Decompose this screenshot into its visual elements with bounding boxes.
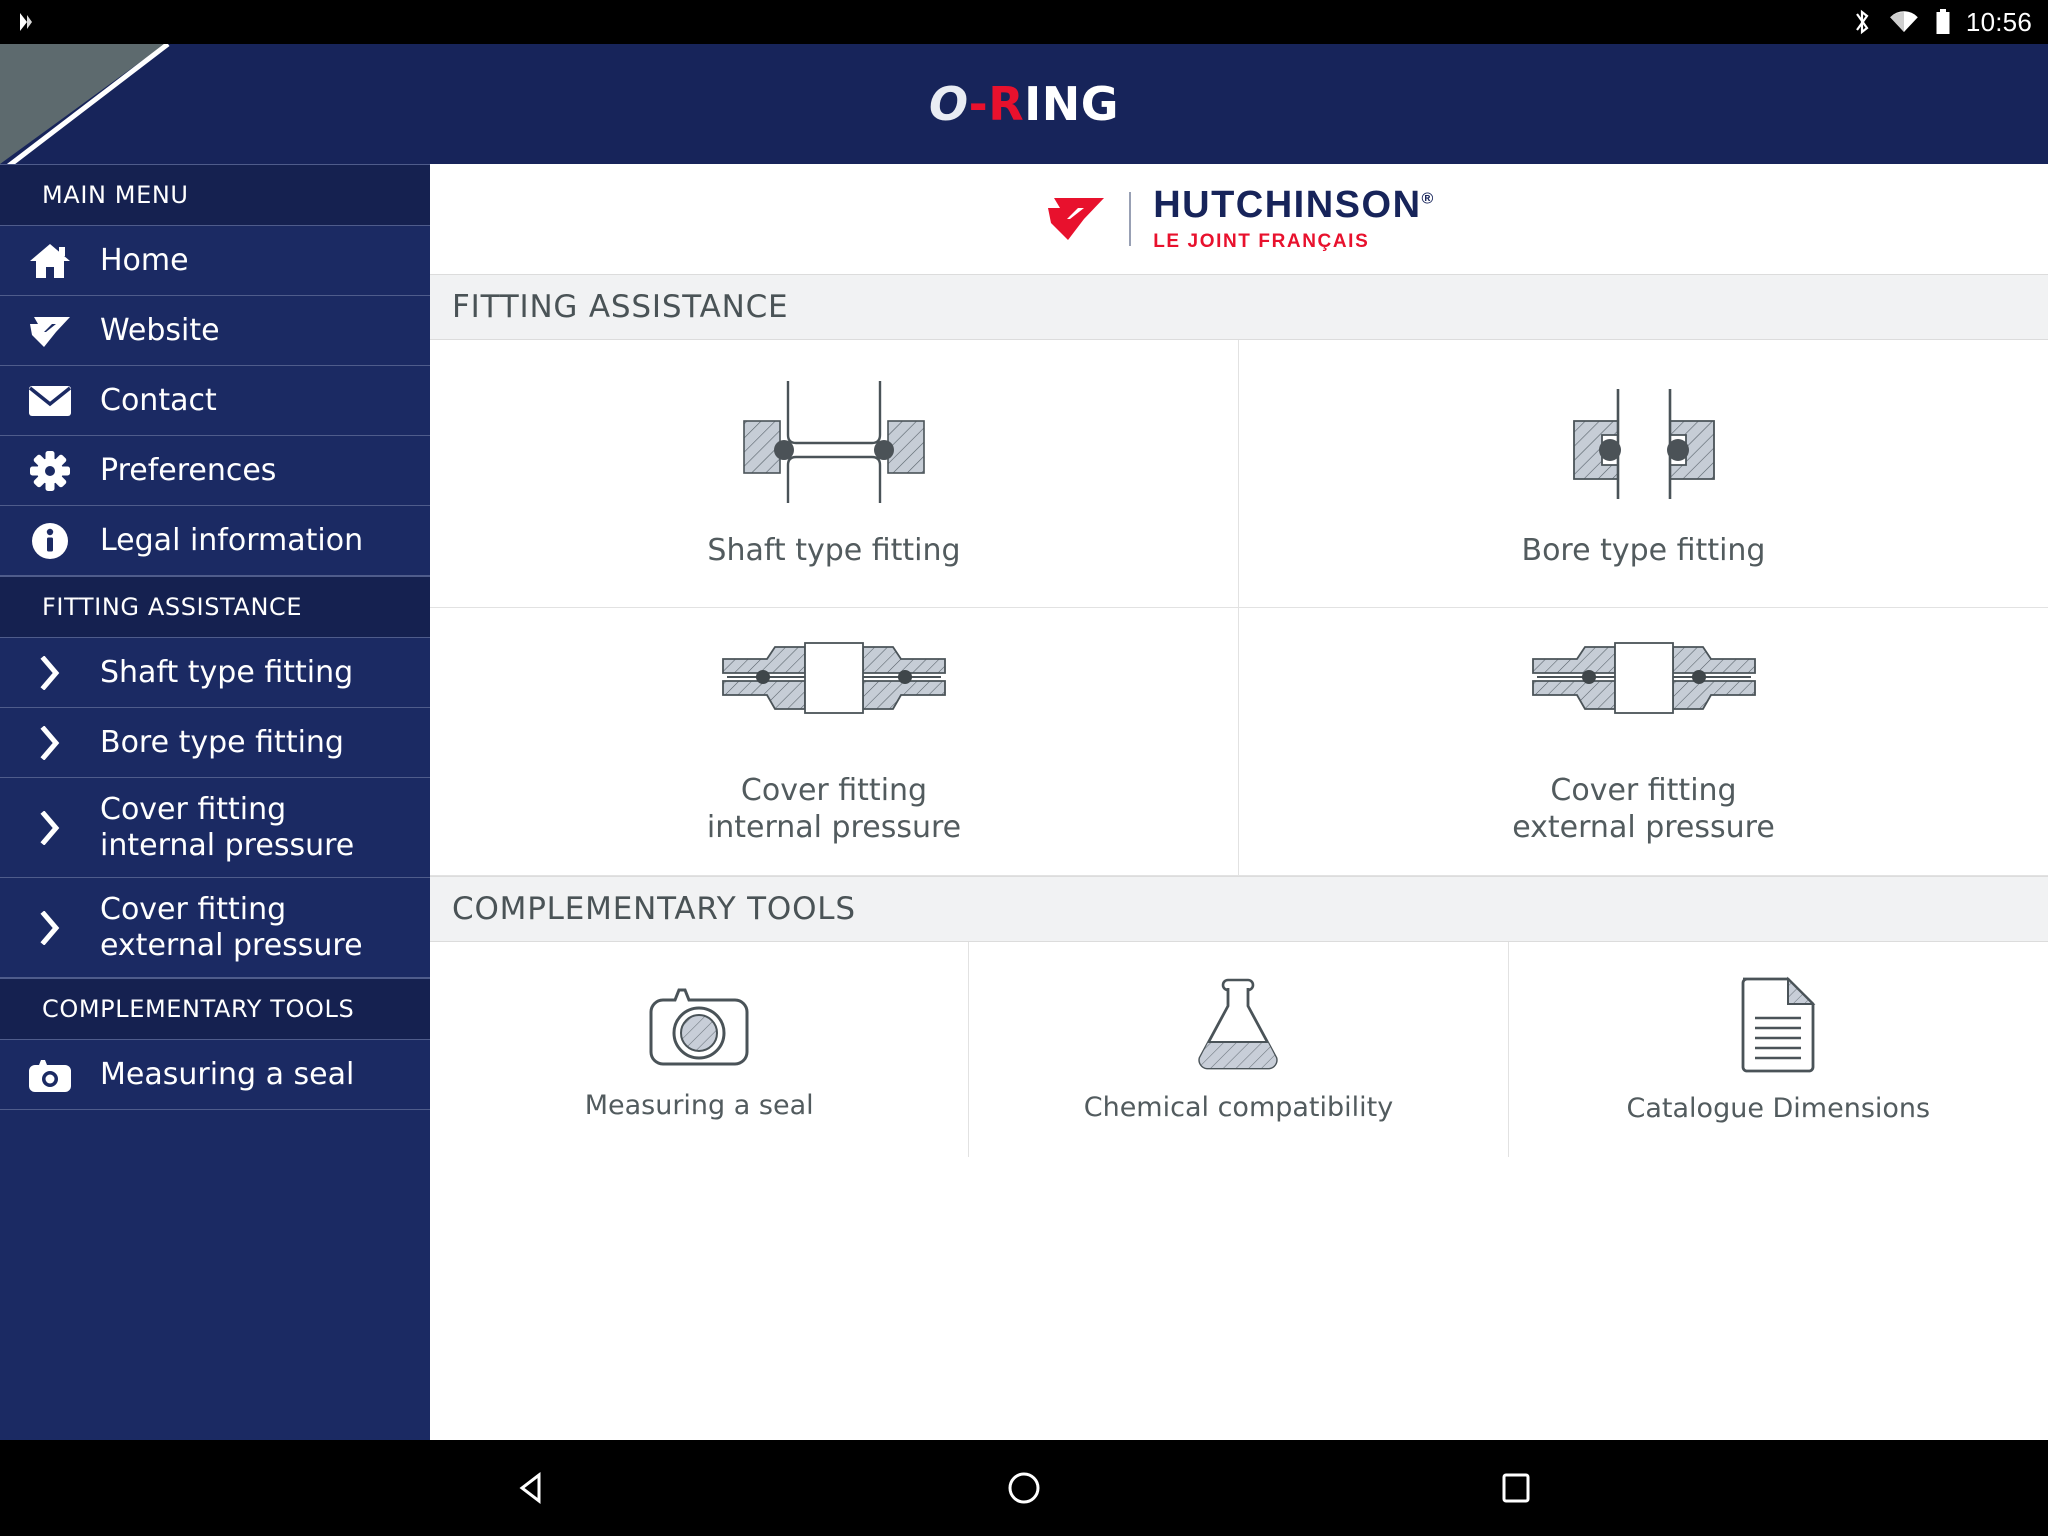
tile-cover-fitting-internal-pressure-label: Cover fitting internal pressure — [706, 772, 962, 845]
app-title-dash-r: -R — [968, 77, 1025, 131]
app-screen: 10:56 O -R ING MAIN MENU Home Website Co… — [0, 0, 2048, 1536]
sidebar-item-shaft-type-fitting[interactable]: Shaft type fitting — [0, 638, 430, 708]
nav-recents-button[interactable] — [1393, 1467, 1639, 1509]
hutchinson-brand-name: HUTCHINSON® — [1153, 183, 1435, 226]
sidebar-item-cover-fitting-internal-pressure[interactable]: Cover fitting internal pressure — [0, 778, 430, 878]
sidebar-item-shaft-type-fitting-label: Shaft type fitting — [100, 654, 354, 690]
hutchinson-g-mark-icon — [1043, 190, 1109, 248]
sidebar-item-website-label: Website — [100, 312, 220, 348]
app-header-bar: O -R ING — [0, 44, 2048, 164]
hutchinson-logo: HUTCHINSON® LE JOINT FRANÇAIS — [1043, 186, 1435, 253]
gear-icon — [0, 450, 100, 492]
camera-icon — [0, 1056, 100, 1094]
hutchinson-logo-text: HUTCHINSON® LE JOINT FRANÇAIS — [1153, 186, 1435, 253]
sidebar-item-legal-information[interactable]: Legal information — [0, 506, 430, 576]
sidebar-item-cover-fitting-external-pressure[interactable]: Cover fitting external pressure — [0, 878, 430, 978]
logo-divider — [1129, 192, 1132, 246]
sidebar-section-fitting-assistance: FITTING ASSISTANCE — [0, 576, 430, 638]
app-title-o: O — [929, 77, 969, 131]
label-line-2: internal pressure — [100, 827, 355, 863]
sidebar-item-contact-label: Contact — [100, 382, 217, 418]
hutchinson-tagline: LE JOINT FRANÇAIS — [1153, 230, 1370, 252]
home-circle-icon — [1008, 1472, 1040, 1504]
document-icon — [1741, 976, 1816, 1073]
navigation-drawer[interactable]: MAIN MENU Home Website Contact Preferenc… — [0, 164, 430, 1440]
tile-catalogue-dimensions-label: Catalogue Dimensions — [1626, 1093, 1931, 1125]
label-line-2: external pressure — [100, 927, 363, 963]
section-heading-fitting-assistance: FITTING ASSISTANCE — [430, 274, 2048, 340]
status-bar-clock: 10:56 — [1965, 6, 2032, 37]
tile-catalogue-dimensions[interactable]: Catalogue Dimensions — [1508, 942, 2048, 1157]
bore-type-fitting-diagram — [1572, 389, 1715, 500]
shaft-type-fitting-diagram — [743, 381, 925, 504]
tile-cover-fitting-external-pressure-label: Cover fitting external pressure — [1512, 772, 1775, 845]
tile-chemical-compatibility-label: Chemical compatibility — [1083, 1092, 1394, 1124]
tile-cover-fitting-external-pressure[interactable]: Cover fitting external pressure — [1239, 608, 2048, 876]
sidebar-item-contact[interactable]: Contact — [0, 366, 430, 436]
sidebar-item-measuring-a-seal-label: Measuring a seal — [100, 1056, 355, 1092]
hutchinson-g-icon — [0, 311, 100, 351]
back-triangle-icon — [519, 1471, 541, 1505]
nav-back-button[interactable] — [409, 1467, 655, 1509]
info-icon — [0, 521, 100, 561]
chevron-right-icon — [0, 655, 100, 690]
envelope-icon — [0, 383, 100, 419]
sidebar-item-preferences[interactable]: Preferences — [0, 436, 430, 506]
app-notification-icon — [20, 13, 32, 31]
bluetooth-icon — [1856, 9, 1869, 35]
sidebar-section-complementary-tools: COMPLEMENTARY TOOLS — [0, 978, 430, 1040]
chevron-right-icon — [0, 810, 100, 845]
cover-fitting-internal-pressure-diagram — [722, 642, 946, 714]
sidebar-item-bore-type-fitting[interactable]: Bore type fitting — [0, 708, 430, 778]
sidebar-item-website[interactable]: Website — [0, 296, 430, 366]
tile-cover-fitting-internal-pressure[interactable]: Cover fitting internal pressure — [430, 608, 1239, 876]
section-heading-complementary-tools: COMPLEMENTARY TOOLS — [430, 876, 2048, 942]
recents-square-icon — [1502, 1473, 1530, 1503]
tile-bore-type-fitting-label: Bore type fitting — [1521, 533, 1766, 569]
registered-mark: ® — [1421, 189, 1435, 207]
cover-fitting-external-pressure-diagram — [1531, 642, 1756, 714]
sidebar-item-home-label: Home — [100, 242, 189, 278]
sidebar-item-measuring-a-seal[interactable]: Measuring a seal — [0, 1040, 430, 1110]
android-status-bar: 10:56 — [0, 0, 2048, 44]
app-title: O -R ING — [0, 44, 2048, 164]
complementary-tools-grid: Measuring a seal Chemical compatibility … — [430, 942, 2048, 1157]
battery-icon — [1936, 9, 1950, 34]
sidebar-item-cover-fitting-internal-pressure-label: Cover fitting internal pressure — [100, 792, 354, 864]
tile-measuring-a-seal-label: Measuring a seal — [584, 1090, 814, 1122]
status-bar-left — [0, 9, 40, 35]
main-content: HUTCHINSON® LE JOINT FRANÇAIS FITTING AS… — [430, 164, 2048, 1440]
sidebar-item-home[interactable]: Home — [0, 226, 430, 296]
tile-shaft-type-fitting[interactable]: Shaft type fitting — [430, 340, 1239, 608]
brand-bar: HUTCHINSON® LE JOINT FRANÇAIS — [430, 164, 2048, 274]
tile-measuring-a-seal[interactable]: Measuring a seal — [430, 942, 970, 1157]
sidebar-item-cover-fitting-external-pressure-label: Cover fitting external pressure — [100, 892, 363, 964]
app-title-ing: ING — [1024, 77, 1119, 131]
label-line-1: Cover fitting — [100, 891, 287, 927]
chevron-right-icon — [0, 910, 100, 945]
chevron-right-icon — [0, 725, 100, 760]
status-bar-right: 10:56 — [1850, 7, 2048, 38]
nav-home-button[interactable] — [901, 1467, 1147, 1509]
tile-chemical-compatibility[interactable]: Chemical compatibility — [969, 942, 1509, 1157]
wifi-icon — [1890, 11, 1918, 33]
fitting-assistance-grid-row-2: Cover fitting internal pressure Cover fi… — [430, 608, 2048, 876]
tile-shaft-type-fitting-label: Shaft type fitting — [707, 533, 961, 569]
camera-icon — [649, 988, 749, 1066]
flask-icon — [1198, 978, 1279, 1070]
tile-bore-type-fitting[interactable]: Bore type fitting — [1239, 340, 2048, 608]
sidebar-item-preferences-label: Preferences — [100, 452, 277, 488]
label-line-1: Cover fitting — [100, 791, 287, 827]
fitting-assistance-grid-row-1: Shaft type fitting Bore type fitting — [430, 340, 2048, 608]
home-icon — [0, 241, 100, 281]
sidebar-section-main-menu: MAIN MENU — [0, 164, 430, 226]
sidebar-item-legal-information-label: Legal information — [100, 522, 364, 558]
sidebar-item-bore-type-fitting-label: Bore type fitting — [100, 724, 344, 760]
android-navigation-bar — [0, 1440, 2048, 1536]
